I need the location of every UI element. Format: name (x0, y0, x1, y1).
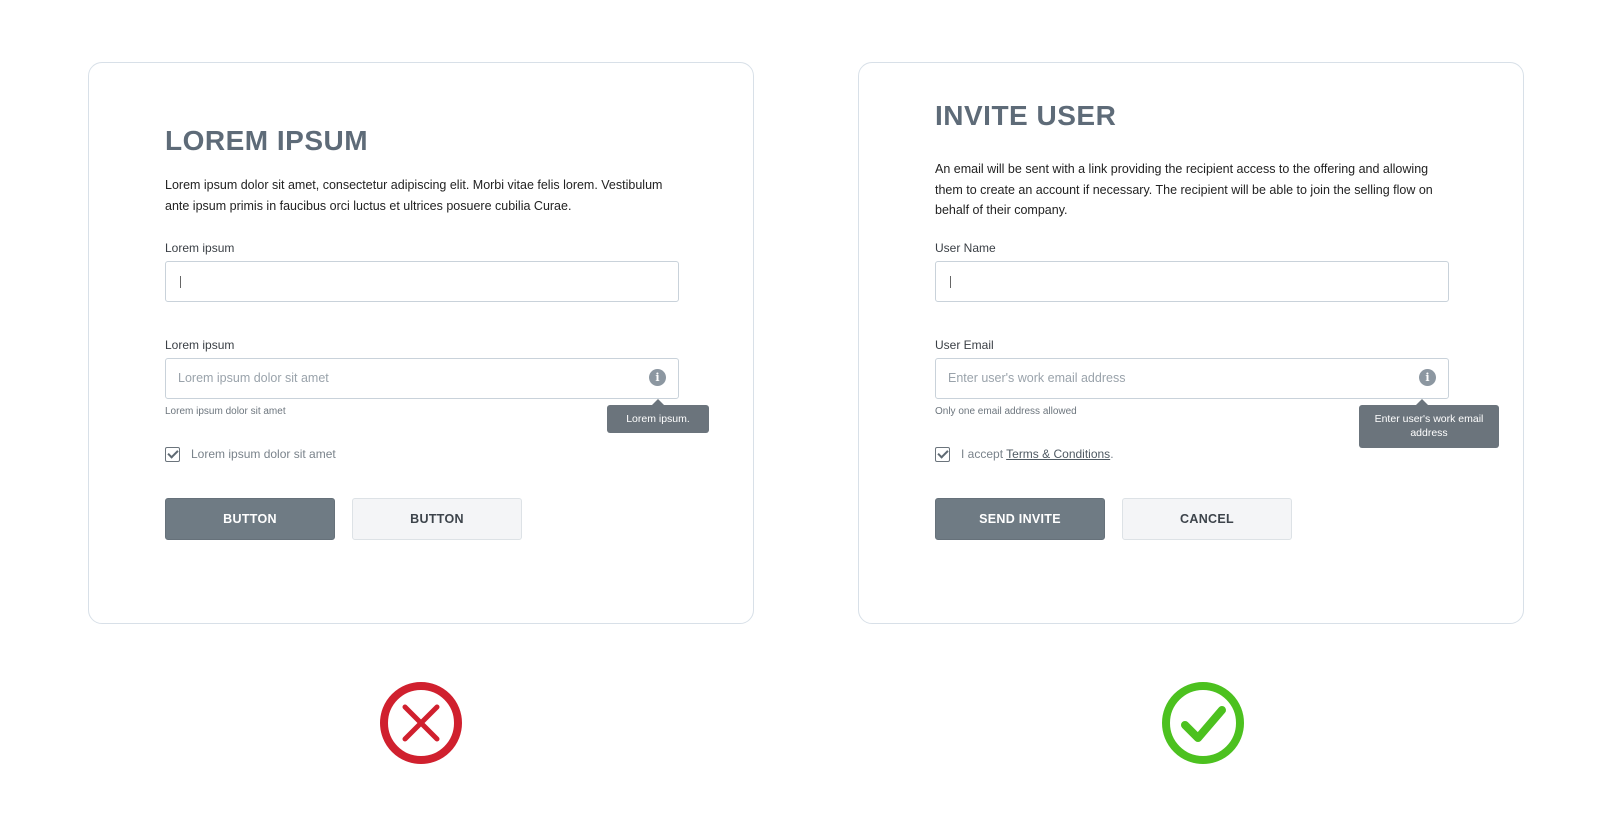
user-email-label: User Email (935, 338, 994, 352)
field1-label: Lorem ipsum (165, 241, 235, 255)
checkbox-label: Lorem ipsum dolor sit amet (191, 447, 336, 461)
card-title: INVITE USER (935, 100, 1117, 131)
user-name-label: User Name (935, 241, 996, 255)
x-circle-icon (380, 682, 462, 764)
cancel-button[interactable]: CANCEL (1122, 498, 1292, 540)
user-email-helper-text: Only one email address allowed (935, 406, 1077, 417)
card-description: Lorem ipsum dolor sit amet, consectetur … (165, 178, 663, 213)
card-title: LOREM IPSUM (165, 125, 369, 156)
field2-label: Lorem ipsum (165, 338, 235, 352)
terms-prefix: I accept (961, 447, 1007, 461)
info-icon[interactable]: i (1419, 369, 1436, 386)
user-name-input[interactable] (948, 262, 1408, 300)
terms-link[interactable]: Terms & Conditions (1006, 447, 1110, 461)
user-email-tooltip: Enter user's work email address (1359, 399, 1499, 448)
field1-input-box[interactable] (165, 261, 679, 302)
good-example-card: INVITE USER An email will be sent with a… (858, 62, 1524, 624)
terms-checkbox-row: I accept Terms & Conditions. (935, 445, 1114, 463)
field2-input-box[interactable]: i (165, 358, 679, 399)
field2-helper-text: Lorem ipsum dolor sit amet (165, 406, 286, 417)
info-icon[interactable]: i (649, 369, 666, 386)
user-email-input[interactable] (948, 359, 1408, 397)
user-name-input-box[interactable] (935, 261, 1449, 302)
field2-input[interactable] (178, 359, 638, 397)
field2-tooltip: Lorem ipsum. (607, 399, 709, 433)
checkbox[interactable] (165, 446, 180, 462)
user-email-input-box[interactable]: i (935, 358, 1449, 399)
terms-checkbox-label: I accept Terms & Conditions. (961, 447, 1114, 461)
card-description: An email will be sent with a link provid… (935, 162, 1433, 217)
check-circle-icon (1162, 682, 1244, 764)
terms-suffix: . (1110, 447, 1114, 461)
primary-button[interactable]: BUTTON (165, 498, 335, 540)
checkbox-row: Lorem ipsum dolor sit amet (165, 445, 336, 463)
secondary-button[interactable]: BUTTON (352, 498, 522, 540)
bad-example-card: LOREM IPSUM Lorem ipsum dolor sit amet, … (88, 62, 754, 624)
field1-input[interactable] (178, 262, 638, 300)
terms-checkbox[interactable] (935, 446, 950, 462)
send-invite-button[interactable]: SEND INVITE (935, 498, 1105, 540)
